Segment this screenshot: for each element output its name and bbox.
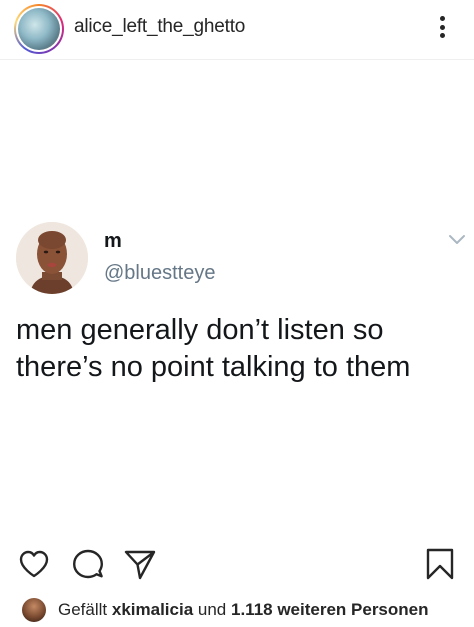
more-dot [439, 16, 445, 21]
profile-avatar[interactable] [14, 4, 64, 54]
post-actions [0, 540, 474, 590]
liker-username[interactable]: xkimalicia [112, 600, 193, 619]
likes-prefix: Gefällt [58, 600, 108, 619]
more-dot [439, 24, 445, 30]
avatar-image [18, 8, 60, 50]
comment-icon-svg [73, 549, 103, 579]
send-icon-svg [124, 550, 156, 580]
bookmark-icon-svg [426, 548, 454, 580]
liker-avatar[interactable] [22, 598, 46, 622]
tweet-avatar-illustration [16, 222, 88, 294]
more-vertical-icon[interactable] [432, 12, 452, 42]
avatar-ring-inner [16, 6, 62, 52]
likes-text: Gefällt xkimalicia und 1.118 weiteren Pe… [58, 600, 429, 620]
heart-icon-svg [19, 550, 49, 578]
tweet-text: men generally don’t listen so there’s no… [16, 314, 411, 383]
heart-icon[interactable] [16, 546, 52, 582]
post-header: alice_left_the_ghetto [0, 0, 474, 60]
comment-icon[interactable] [70, 546, 106, 582]
likes-conjunction: und [197, 600, 227, 619]
tweet-handle: @bluestteye [104, 262, 216, 284]
likes-count[interactable]: 1.118 weiteren Personen [231, 600, 429, 619]
bookmark-icon[interactable] [422, 546, 458, 582]
likes-row: Gefällt xkimalicia und 1.118 weiteren Pe… [0, 596, 474, 624]
tweet-avatar [16, 222, 88, 294]
chevron-down-icon[interactable] [448, 234, 466, 246]
send-icon[interactable] [122, 546, 158, 582]
more-dot [439, 33, 445, 38]
post-username[interactable]: alice_left_the_ghetto [74, 16, 245, 38]
tweet-card: m @bluestteye men generally don’t listen… [0, 60, 474, 530]
tweet-display-name: m [104, 230, 122, 252]
